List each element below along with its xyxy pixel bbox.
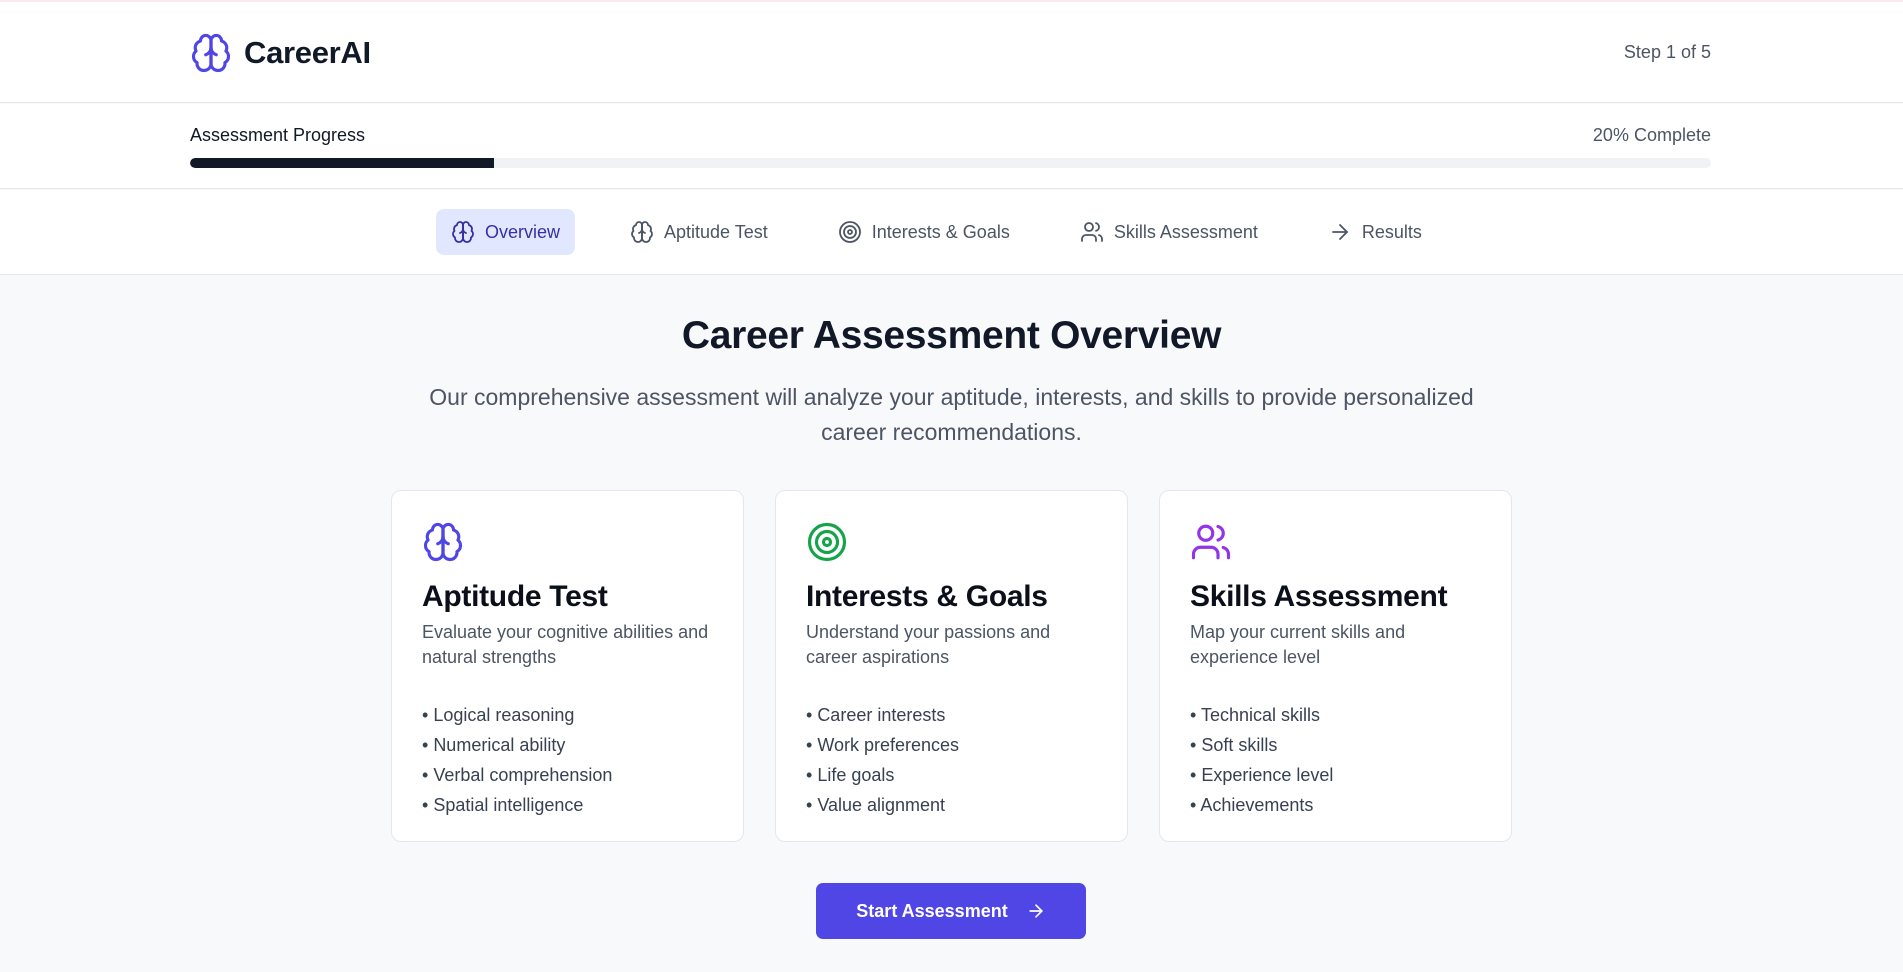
users-icon <box>1191 524 1231 560</box>
list-item: Work preferences <box>806 730 1097 760</box>
list-item: Soft skills <box>1190 730 1481 760</box>
progress-bar-fill <box>190 158 495 168</box>
card-feature-list: Technical skills Soft skills Experience … <box>1190 700 1481 820</box>
progress-bar <box>190 158 1711 168</box>
tab-interests-goals[interactable]: Interests & Goals <box>823 209 1025 255</box>
list-item: Technical skills <box>1190 700 1481 730</box>
brain-icon <box>191 33 231 73</box>
list-item: Career interests <box>806 700 1097 730</box>
assessment-tabs: Overview Aptitude Test Interests & Goals <box>0 190 1903 275</box>
arrow-right-icon <box>1331 224 1348 240</box>
tab-results[interactable]: Results <box>1313 209 1437 255</box>
tab-label: Overview <box>485 221 561 242</box>
progress-section: Assessment Progress 20% Complete <box>0 104 1903 189</box>
page-title: Career Assessment Overview <box>681 314 1222 357</box>
card-interests-goals: Interests & Goals Understand your passio… <box>775 490 1128 842</box>
card-feature-list: Logical reasoning Numerical ability Verb… <box>422 700 713 820</box>
brain-icon <box>423 522 463 562</box>
card-description: Evaluate your cognitive abilities and na… <box>422 622 709 667</box>
target-icon <box>838 221 861 243</box>
start-assessment-label: Start Assessment <box>856 900 1008 921</box>
tab-overview[interactable]: Overview <box>436 209 576 255</box>
list-item: Verbal comprehension <box>422 760 713 790</box>
card-title: Aptitude Test <box>422 580 608 613</box>
card-aptitude-test: Aptitude Test Evaluate your cognitive ab… <box>391 490 744 842</box>
tab-label: Skills Assessment <box>1113 221 1258 242</box>
step-indicator: Step 1 of 5 <box>1623 42 1711 62</box>
users-icon <box>1080 222 1103 242</box>
page-subtitle: Our comprehensive assessment will analyz… <box>429 384 1474 445</box>
card-feature-list: Career interests Work preferences Life g… <box>806 700 1097 820</box>
list-item: Logical reasoning <box>422 700 713 730</box>
brand-name: CareerAI <box>244 35 371 70</box>
assessment-cards: Aptitude Test Evaluate your cognitive ab… <box>391 490 1512 842</box>
start-assessment-button[interactable]: Start Assessment <box>816 883 1086 939</box>
card-description: Map your current skills and experience l… <box>1190 622 1406 667</box>
main-content: Career Assessment Overview Our comprehen… <box>0 276 1903 972</box>
card-skills-assessment: Skills Assessment Map your current skill… <box>1159 490 1512 842</box>
progress-percent: 20% Complete <box>1592 125 1711 145</box>
tab-aptitude-test[interactable]: Aptitude Test <box>615 209 783 255</box>
brain-icon <box>452 221 474 243</box>
tab-label: Results <box>1361 221 1422 242</box>
list-item: Value alignment <box>806 790 1097 820</box>
card-title: Skills Assessment <box>1190 580 1448 613</box>
brand[interactable]: CareerAI <box>190 32 371 74</box>
list-item: Experience level <box>1190 760 1481 790</box>
card-description: Understand your passions and career aspi… <box>806 622 1051 667</box>
arrow-right-icon <box>1029 904 1043 918</box>
tab-label: Interests & Goals <box>871 221 1010 242</box>
target-icon <box>807 522 847 562</box>
card-title: Interests & Goals <box>806 580 1048 613</box>
tab-skills-assessment[interactable]: Skills Assessment <box>1065 209 1273 255</box>
brain-icon <box>631 221 653 243</box>
app-header: CareerAI Step 1 of 5 <box>0 2 1903 103</box>
progress-label: Assessment Progress <box>190 125 366 145</box>
list-item: Spatial intelligence <box>422 790 713 820</box>
list-item: Achievements <box>1190 790 1481 820</box>
tab-label: Aptitude Test <box>664 221 768 242</box>
list-item: Life goals <box>806 760 1097 790</box>
list-item: Numerical ability <box>422 730 713 760</box>
